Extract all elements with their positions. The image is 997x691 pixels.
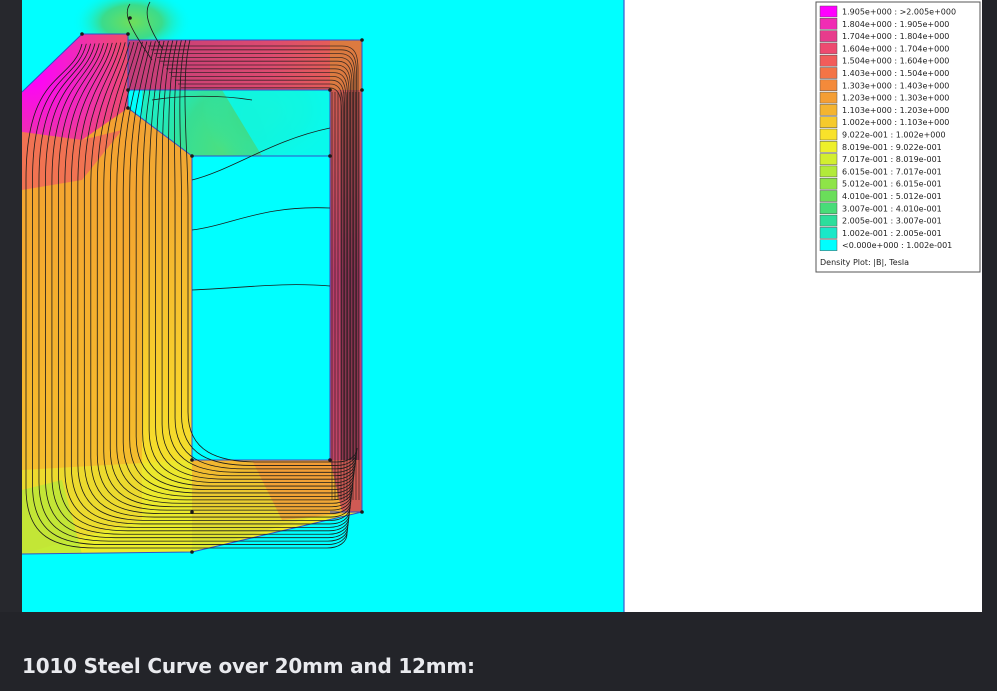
legend-swatch xyxy=(819,165,838,178)
legend-label: 6.015e-001 : 7.017e-001 xyxy=(842,167,942,176)
legend-swatch xyxy=(819,91,838,104)
legend-label: 1.103e+000 : 1.203e+000 xyxy=(842,106,949,115)
legend-label: 1.604e+000 : 1.704e+000 xyxy=(842,44,949,53)
legend-swatch xyxy=(819,30,838,42)
legend-swatch xyxy=(819,5,838,18)
left-margin-strip xyxy=(0,0,22,612)
legend-swatch xyxy=(819,177,838,190)
legend-swatch xyxy=(819,116,838,128)
legend-label: 1.704e+000 : 1.804e+000 xyxy=(842,32,949,41)
legend-swatch xyxy=(819,239,838,251)
legend-label: 1.002e+000 : 1.103e+000 xyxy=(842,118,949,127)
legend-swatch xyxy=(819,202,838,215)
legend-label: 7.017e-001 : 8.019e-001 xyxy=(842,155,942,164)
legend-label: 1.303e+000 : 1.403e+000 xyxy=(842,81,949,90)
legend-label: 1.804e+000 : 1.905e+000 xyxy=(842,20,949,29)
legend-label: 1.905e+000 : >2.005e+000 xyxy=(842,8,956,17)
legend-swatch xyxy=(819,214,838,227)
legend-title: Density Plot: |B|, Tesla xyxy=(820,258,909,267)
legend-swatch xyxy=(819,104,838,116)
legend-swatch xyxy=(819,54,838,67)
legend-label: 9.022e-001 : 1.002e+000 xyxy=(842,131,946,140)
legend-label: 5.012e-001 : 6.015e-001 xyxy=(842,180,942,189)
legend-label: 1.403e+000 : 1.504e+000 xyxy=(842,69,949,78)
legend-swatch xyxy=(819,141,838,153)
legend: 1.905e+000 : >2.005e+000 1.804e+000 : 1.9… xyxy=(815,1,981,273)
core-window xyxy=(192,156,330,460)
legend-swatch xyxy=(819,128,838,141)
legend-swatch xyxy=(819,18,838,30)
legend-label: <0.000e+000 : 1.002e-001 xyxy=(842,241,952,250)
legend-label: 1.002e-001 : 2.005e-001 xyxy=(842,229,942,238)
legend-label: 1.504e+000 : 1.604e+000 xyxy=(842,57,949,66)
legend-label: 1.203e+000 : 1.303e+000 xyxy=(842,94,949,103)
legend-swatch xyxy=(819,79,838,92)
legend-label: 2.005e-001 : 3.007e-001 xyxy=(842,217,942,226)
legend-swatch xyxy=(819,190,838,202)
legend-swatch xyxy=(819,67,838,79)
legend-label: 4.010e-001 : 5.012e-001 xyxy=(842,192,942,201)
legend-label: 3.007e-001 : 4.010e-001 xyxy=(842,204,942,213)
screenshot-stage: 1.905e+000 : >2.005e+000 1.804e+000 : 1.9… xyxy=(0,0,997,691)
legend-swatch xyxy=(819,153,838,165)
legend-swatch xyxy=(819,227,838,239)
fem-density-plot: 1.905e+000 : >2.005e+000 1.804e+000 : 1.9… xyxy=(22,0,982,612)
legend-swatch xyxy=(819,42,838,55)
legend-label: 8.019e-001 : 9.022e-001 xyxy=(842,143,942,152)
caption-heading: 1010 Steel Curve over 20mm and 12mm: xyxy=(22,654,475,678)
